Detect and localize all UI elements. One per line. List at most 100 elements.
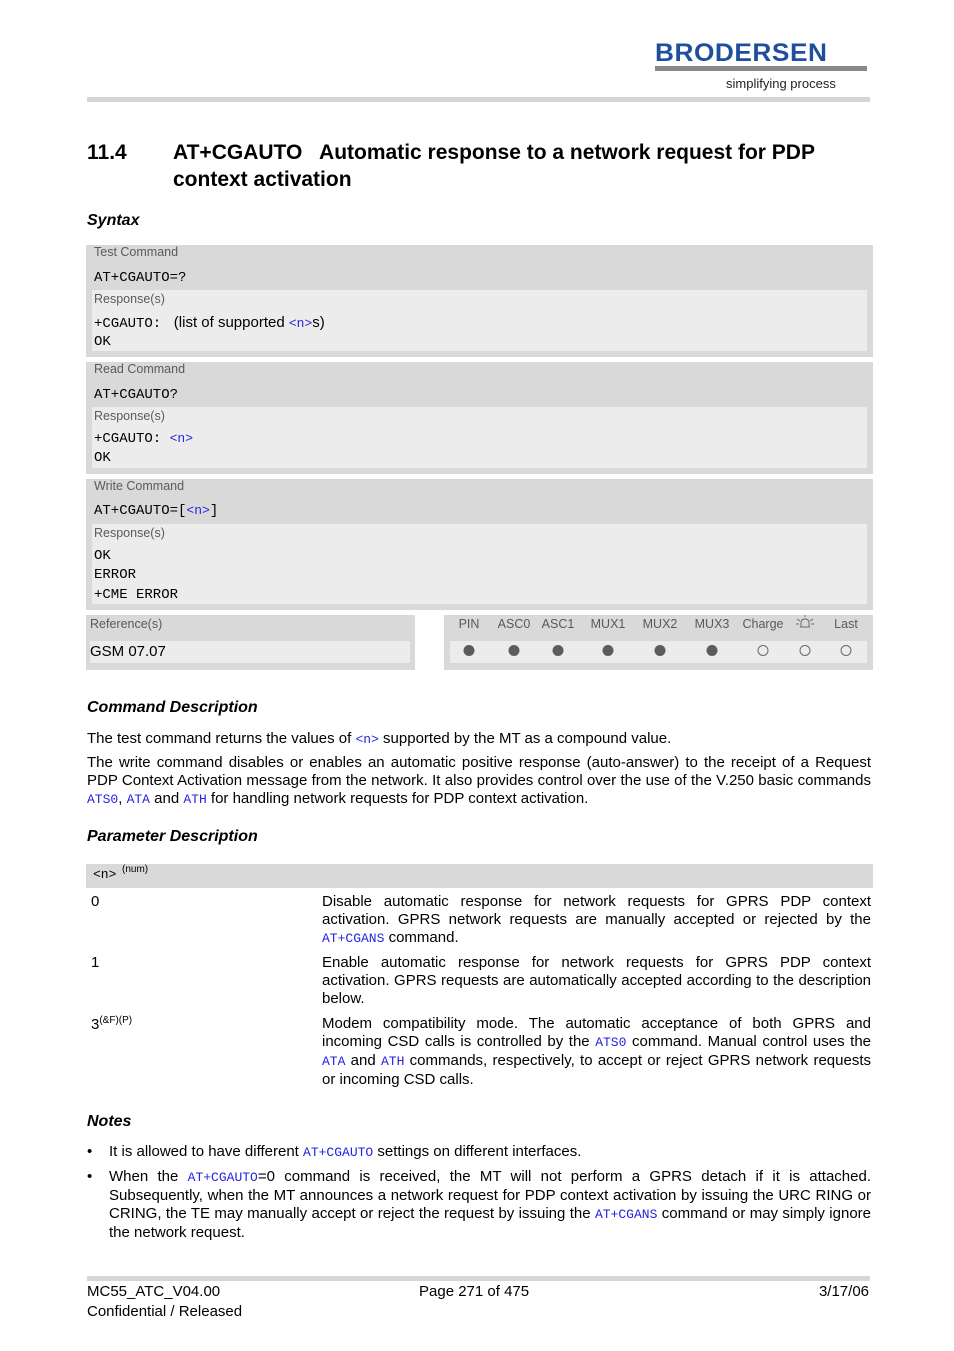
availability-dot-asc1 <box>552 645 564 656</box>
test-command-box: Test Command AT+CGAUTO=? Response(s) +CG… <box>86 245 873 357</box>
reference-label: Reference(s) <box>90 617 163 631</box>
alarm-icon <box>795 615 815 634</box>
test-response-line: +CGAUTO: (list of supported <n>s) <box>94 314 325 332</box>
read-command: AT+CGAUTO? <box>94 387 179 403</box>
write-command-label: Write Command <box>94 479 185 493</box>
param-value-1: 1 <box>91 954 100 971</box>
ats0-link[interactable]: ATS0 <box>87 792 118 807</box>
bullet-icon: • <box>87 1168 93 1185</box>
ata-link[interactable]: ATA <box>127 792 150 807</box>
interface-header-mux1: MUX1 <box>590 617 626 631</box>
text: supported by the MT as a compound value. <box>378 730 672 747</box>
command-description-heading: Command Description <box>87 699 258 716</box>
text: When the <box>109 1168 188 1185</box>
availability-dot-mux2 <box>654 645 666 656</box>
interface-header-mux2: MUX2 <box>642 617 678 631</box>
at-cgans-link[interactable]: AT+CGANS <box>322 931 384 946</box>
header-divider <box>87 97 870 102</box>
write-response-box: Response(s) OK ERROR +CME ERROR <box>92 524 867 604</box>
write-response-item: OK <box>94 548 111 564</box>
param-value-0: 0 <box>91 893 100 910</box>
interface-header-asc1: ASC1 <box>541 617 575 631</box>
read-response-ok: OK <box>94 450 111 466</box>
param-n-link[interactable]: <n> <box>289 316 312 331</box>
ats0-link[interactable]: ATS0 <box>595 1035 626 1050</box>
write-response-item: ERROR <box>94 567 137 583</box>
command-description-p1: The test command returns the values of <… <box>87 730 871 749</box>
footer-divider <box>87 1276 870 1281</box>
interface-header-asc0: ASC0 <box>497 617 531 631</box>
interface-availability: PIN ASC0 ASC1 MUX1 MUX2 MUX3 Charge Last <box>444 615 873 670</box>
text: for handling network requests for PDP co… <box>206 790 589 807</box>
syntax-heading: Syntax <box>87 212 140 229</box>
notes-heading: Notes <box>87 1113 132 1130</box>
text: command. <box>384 929 459 946</box>
write-command-prefix: AT+CGAUTO=[ <box>94 503 187 519</box>
param-n-link[interactable]: <n> <box>170 431 193 446</box>
read-response-line: +CGAUTO: <n> <box>94 431 193 447</box>
test-command: AT+CGAUTO=? <box>94 270 187 286</box>
default-marker: (&F)(P) <box>99 1015 133 1026</box>
parameter-type: (num) <box>122 864 149 875</box>
note-item: When the AT+CGAUTO=0 command is received… <box>109 1168 871 1242</box>
write-command: AT+CGAUTO=[<n>] <box>94 503 218 519</box>
brand-tagline: simplifying process <box>726 76 836 91</box>
param-desc-3: Modem compatibility mode. The automatic … <box>322 1015 871 1089</box>
read-command-label: Read Command <box>94 362 186 376</box>
read-command-box: Read Command AT+CGAUTO? Response(s) +CGA… <box>86 362 873 474</box>
test-command-label: Test Command <box>94 245 179 259</box>
test-response-box: Response(s) +CGAUTO: (list of supported … <box>92 290 867 351</box>
param-n-link[interactable]: <n> <box>355 732 378 747</box>
ata-link[interactable]: ATA <box>322 1054 345 1069</box>
at-cgauto-link[interactable]: AT+CGAUTO <box>303 1145 373 1160</box>
read-response-prefix: +CGAUTO: <box>94 431 170 447</box>
footer-page-number: Page 271 of 475 <box>419 1283 530 1300</box>
at-cgans-link[interactable]: AT+CGANS <box>595 1207 657 1222</box>
ath-link[interactable]: ATH <box>183 792 206 807</box>
command-description-p2: The write command disables or enables an… <box>87 754 871 809</box>
parameter-description-heading: Parameter Description <box>87 828 258 845</box>
param-n-link[interactable]: <n> <box>186 503 209 518</box>
text: commands, respectively, to accept or rej… <box>322 1052 871 1088</box>
interface-header-charge: Charge <box>742 617 784 631</box>
param-desc-1: Enable automatic response for network re… <box>322 954 871 1007</box>
section-title: AT+CGAUTO Automatic response to a networ… <box>173 141 821 191</box>
parameter-header: <n> (num) <box>86 864 873 888</box>
text: The write command disables or enables an… <box>87 754 871 789</box>
param-desc-0: Disable automatic response for network r… <box>322 893 871 948</box>
test-response-prefix: +CGAUTO: <box>94 316 170 332</box>
text: It is allowed to have different <box>109 1143 304 1160</box>
interface-header-last: Last <box>834 617 858 631</box>
footer-date: 3/17/06 <box>818 1283 869 1300</box>
availability-dot-mux3 <box>706 645 718 656</box>
availability-dot-pin <box>463 645 475 656</box>
section-number: 11.4 <box>87 141 127 164</box>
interface-header-pin: PIN <box>458 617 480 631</box>
text: The test command returns the values of <box>87 730 356 747</box>
text: settings on different interfaces. <box>373 1143 582 1160</box>
availability-dot-mux1 <box>602 645 614 656</box>
footer-status: Confidential / Released <box>87 1303 243 1320</box>
parameter-name: <n> <box>93 867 117 882</box>
availability-dot-asc0 <box>508 645 520 656</box>
at-cgauto-link[interactable]: AT+CGAUTO <box>188 1170 258 1185</box>
reference-value: GSM 07.07 <box>90 641 410 663</box>
write-command-box: Write Command AT+CGAUTO=[<n>] Response(s… <box>86 479 873 610</box>
test-response-text: (list of supported <box>169 314 289 331</box>
logo-bar <box>655 66 867 71</box>
availability-dot-charge <box>757 645 769 656</box>
text: Disable automatic response for network r… <box>322 893 871 928</box>
ath-link[interactable]: ATH <box>381 1054 404 1069</box>
footer-doc-id: MC55_ATC_V04.00 <box>87 1283 221 1300</box>
brand-logo: BRODERSEN <box>655 41 867 66</box>
availability-dot-alarm-icon <box>799 645 811 656</box>
test-response-suffix: s) <box>312 314 325 331</box>
text: and <box>149 790 184 807</box>
availability-dot-last <box>840 645 852 656</box>
text: command. Manual control uses the <box>626 1033 872 1050</box>
read-response-box: Response(s) +CGAUTO: <n> OK <box>92 407 867 468</box>
test-response-label: Response(s) <box>94 292 165 306</box>
write-command-suffix: ] <box>209 503 219 519</box>
write-response-item: +CME ERROR <box>94 587 179 603</box>
text: , <box>118 790 127 807</box>
